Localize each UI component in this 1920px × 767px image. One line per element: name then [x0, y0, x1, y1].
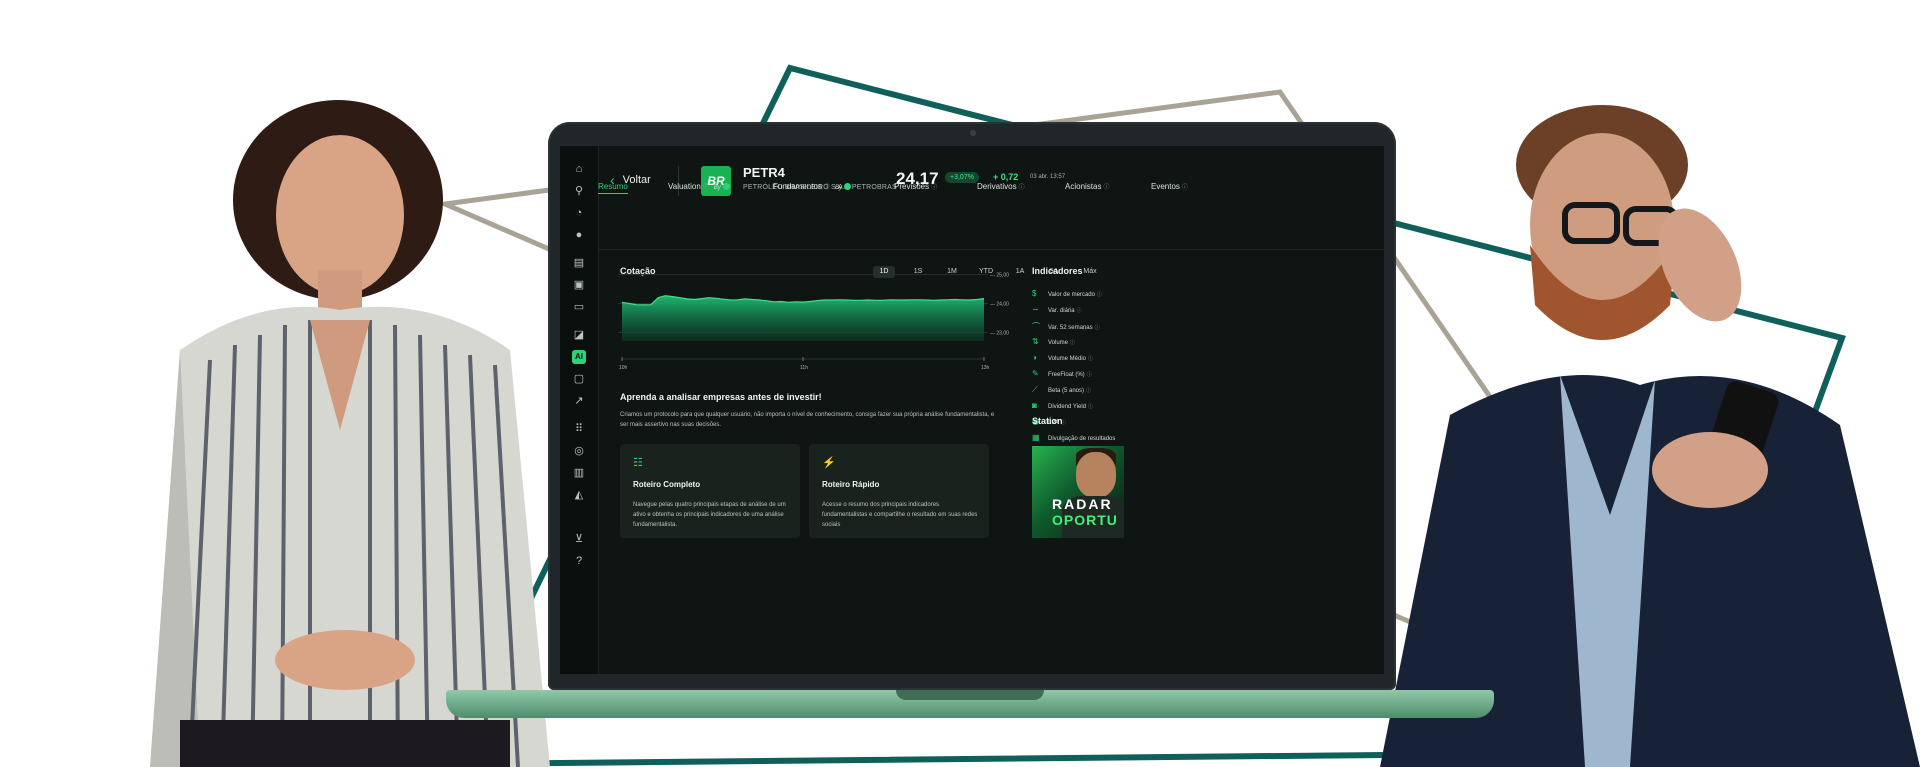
- card-title: Roteiro Completo: [633, 480, 701, 489]
- indicator-volume[interactable]: ⇅ Volume ⓘ: [1032, 337, 1075, 346]
- info-icon: ⓘ: [1076, 308, 1082, 314]
- camera-icon: [970, 130, 976, 136]
- indicator-volume-medio[interactable]: ◑ Volume Médio ⓘ: [1032, 353, 1093, 362]
- lightning-icon: ⚡: [822, 457, 836, 469]
- x-tick-label: 10h: [619, 365, 628, 371]
- woman-photo: [150, 100, 550, 767]
- volume-avg-icon: ◑: [1032, 353, 1037, 362]
- y-tick-label: — 24,00: [990, 302, 1009, 308]
- indicator-dividend-yield[interactable]: ◙ Dividend Yield ⓘ: [1032, 401, 1093, 410]
- card-desc: Navegue pelas quatro principais etapas d…: [633, 502, 786, 528]
- indicator-var-52-semanas[interactable]: ⌒ Var. 52 semanas ⓘ: [1032, 321, 1100, 332]
- dividend-icon: ◙: [1032, 401, 1037, 410]
- freefloat-icon: ✎: [1032, 369, 1039, 378]
- indicator-freefloat[interactable]: ✎ FreeFloat (%) ⓘ: [1032, 369, 1092, 378]
- info-icon: ⓘ: [1086, 388, 1092, 394]
- indicators-title: Indicadores: [1032, 266, 1083, 276]
- card-desc: Acesse o resumo dos principais indicador…: [822, 502, 978, 528]
- indicator-beta[interactable]: ⟋ Beta (5 anos) ⓘ: [1032, 385, 1091, 395]
- info-icon: ⓘ: [1094, 325, 1100, 331]
- x-tick-label: 11h: [800, 365, 808, 371]
- y-tick-label: — 23,00: [990, 330, 1009, 336]
- learn-text: Criamos um protocolo para que qualquer u…: [620, 412, 995, 428]
- card-roteiro-rapido[interactable]: ⚡ Roteiro Rápido Acesse o resumo dos pri…: [809, 444, 989, 538]
- indicator-var-diaria[interactable]: ∼ Var. diária ⓘ: [1032, 305, 1082, 314]
- station-title: Station: [1032, 416, 1063, 426]
- checklist-icon: ☷: [633, 457, 643, 469]
- indicator-divulgacao-resultados[interactable]: ▦ Divulgação de resultados: [1032, 433, 1115, 442]
- card-roteiro-completo[interactable]: ☷ Roteiro Completo Navegue pelas quatro …: [620, 444, 800, 538]
- trend-icon: ∼: [1032, 305, 1039, 314]
- station-banner-line1: RADAR: [1052, 496, 1113, 512]
- presenter-face: [1076, 452, 1116, 498]
- volume-icon: ⇅: [1032, 337, 1039, 346]
- info-icon: ⓘ: [1088, 356, 1094, 362]
- station-banner-line2: OPORTU: [1052, 512, 1118, 528]
- dollar-icon: $: [1032, 289, 1037, 298]
- man-photo: [1380, 105, 1920, 767]
- trend-area-icon: ⌒: [1032, 322, 1040, 331]
- info-icon: ⓘ: [1070, 340, 1076, 346]
- station-thumbnail[interactable]: RADAR OPORTU: [1032, 446, 1124, 538]
- info-icon: ⓘ: [1086, 372, 1092, 378]
- info-icon: ⓘ: [1096, 292, 1102, 298]
- beta-icon: ⟋: [1032, 385, 1038, 394]
- laptop-notch: [896, 690, 1044, 700]
- app-screen: ⌂ ⚲ ◔ ● ▤ ▣ ▭ ◪ AI ▢ ↗ ⠿ ◎ ▥ ◭ ⊻ ? ‹ Vol…: [560, 146, 1384, 674]
- card-title: Roteiro Rápido: [822, 480, 880, 489]
- results-icon: ▦: [1032, 433, 1040, 442]
- learn-title: Aprenda a analisar empresas antes de inv…: [620, 392, 822, 402]
- info-icon: ⓘ: [1088, 404, 1094, 410]
- x-tick-label: 13h: [981, 365, 990, 371]
- indicator-valor-de-mercado[interactable]: $ Valor de mercado ⓘ: [1032, 289, 1102, 298]
- hero-scene: ⌂ ⚲ ◔ ● ▤ ▣ ▭ ◪ AI ▢ ↗ ⠿ ◎ ▥ ◭ ⊻ ? ‹ Vol…: [0, 0, 1920, 767]
- y-tick-label: — 25,00: [990, 273, 1009, 279]
